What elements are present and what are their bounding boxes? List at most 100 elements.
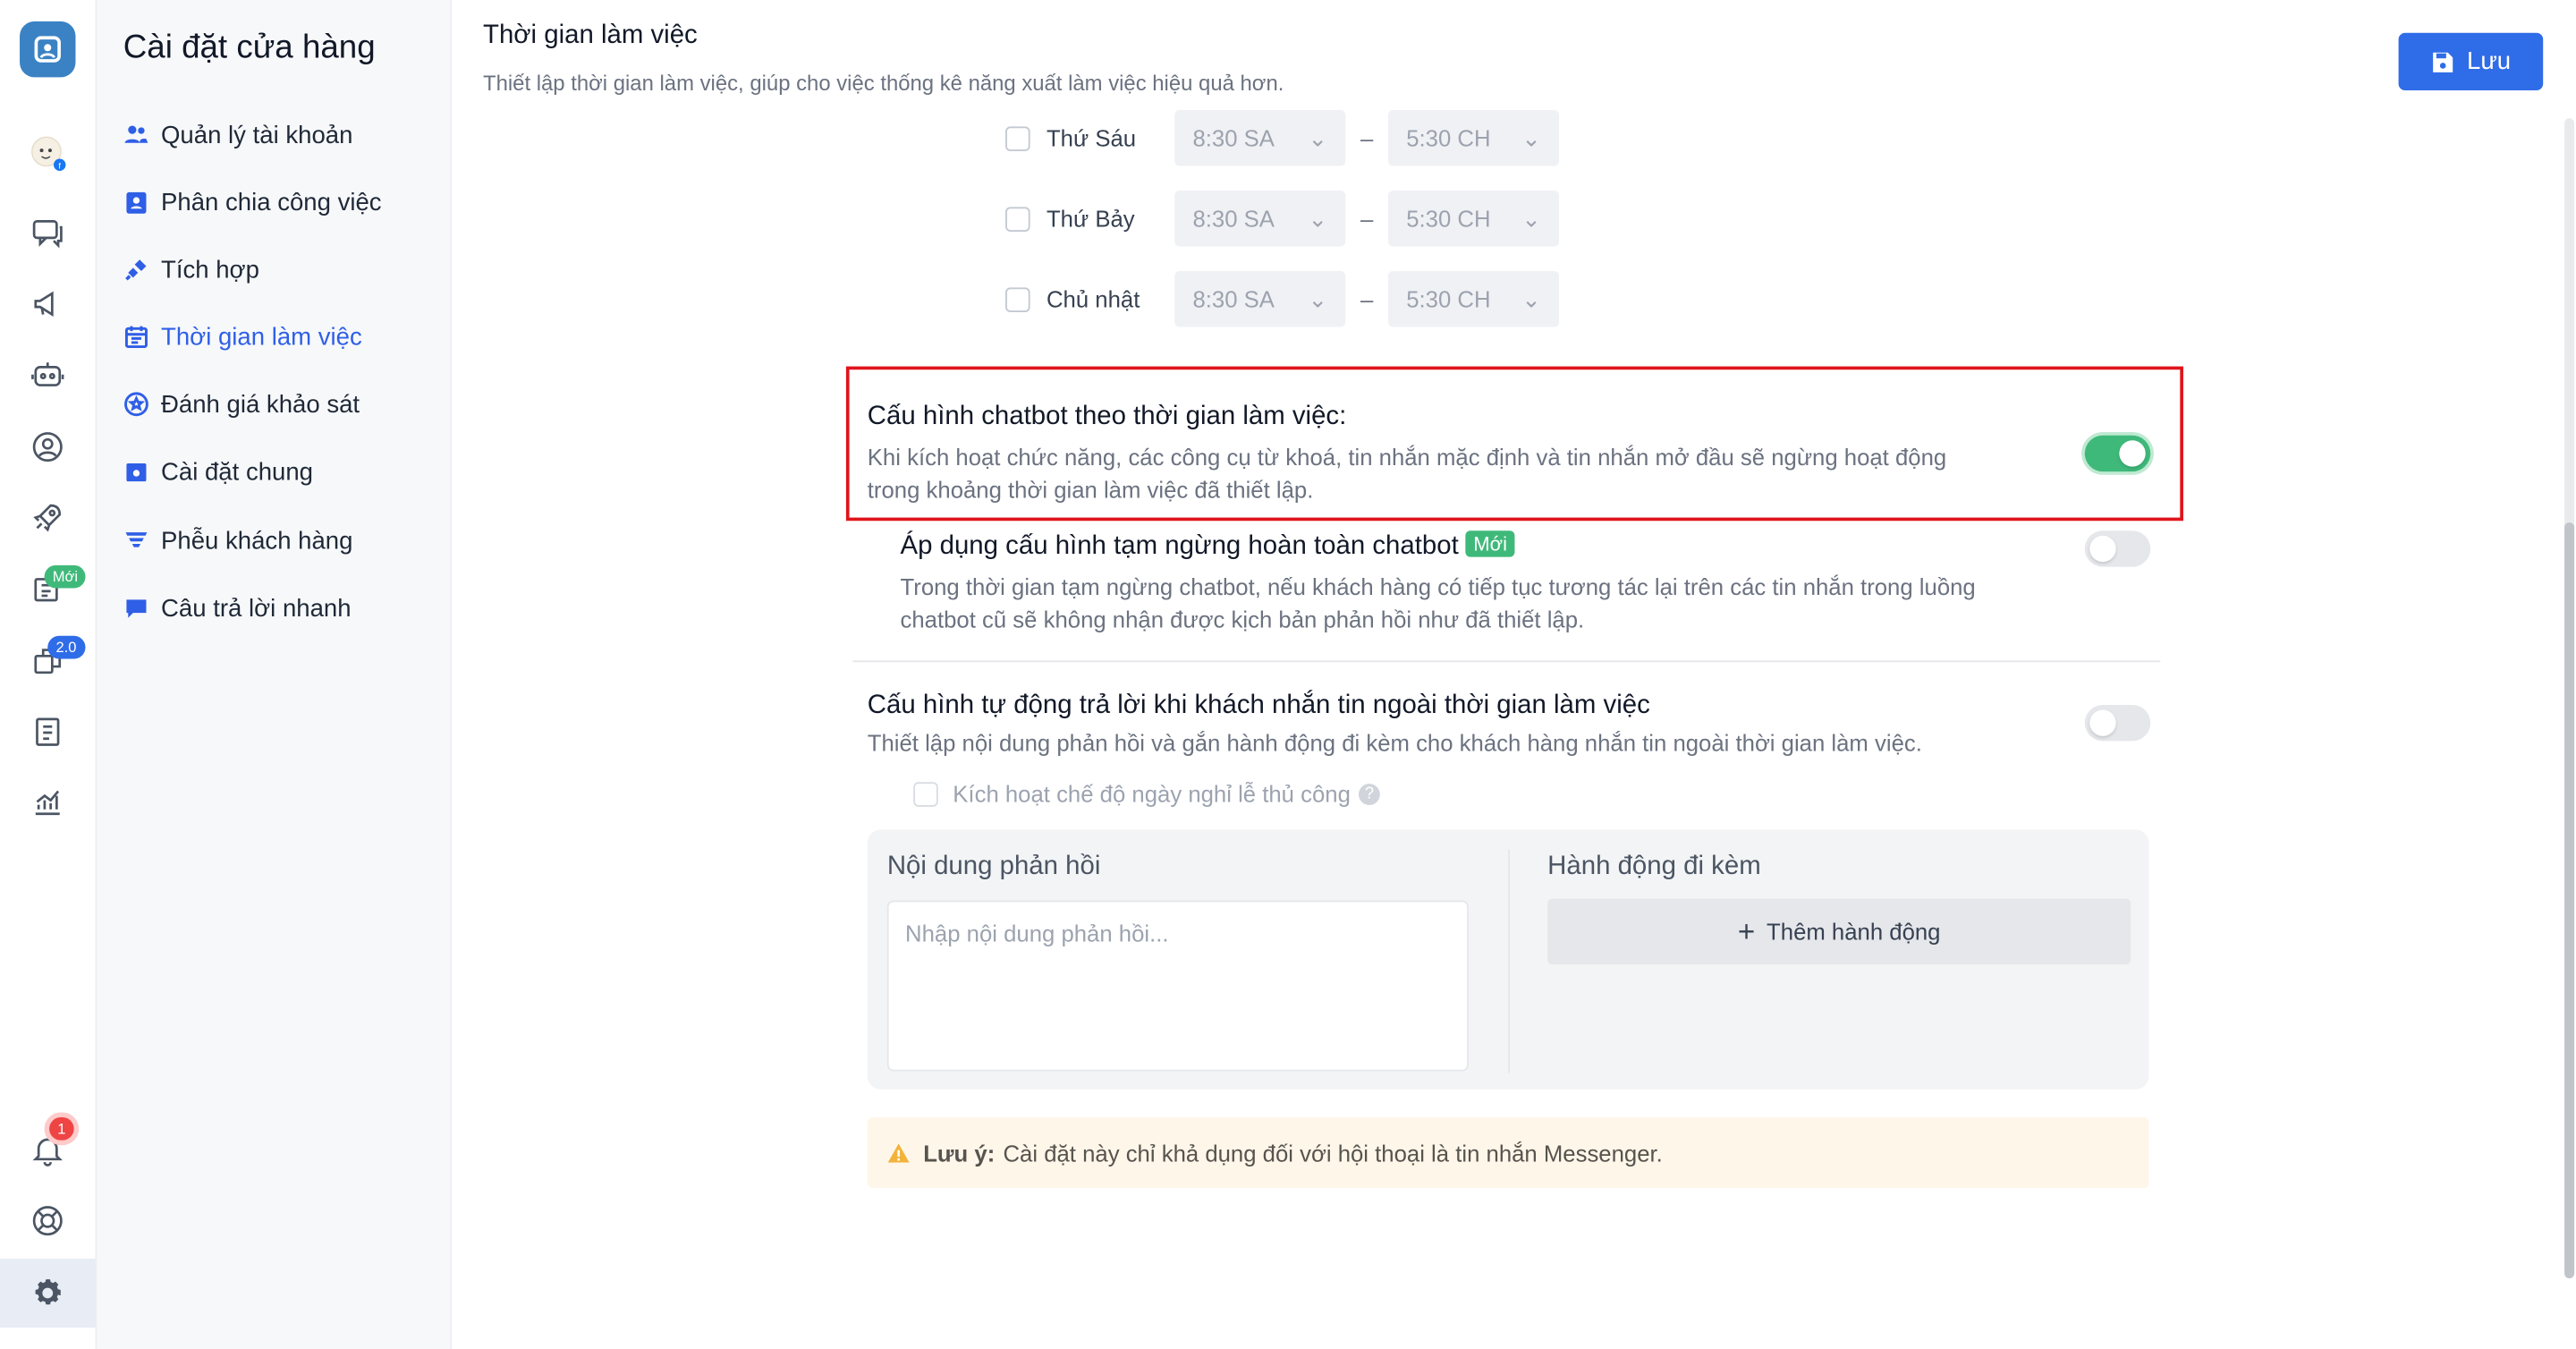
pause-toggle[interactable]	[2084, 530, 2151, 567]
main-content: Thời gian làm việc Thiết lập thời gian l…	[452, 0, 2555, 1349]
sidebar-item-accounts[interactable]: Quản lý tài khoản	[123, 116, 353, 152]
note-banner: Lưu ý: Cài đặt này chỉ khả dụng đối với …	[867, 1116, 2149, 1188]
automation-icon[interactable]: 2.0	[0, 628, 96, 693]
sidebar-item-funnel[interactable]: Phễu khách hàng	[123, 522, 353, 558]
save-label: Lưu	[2467, 47, 2512, 76]
end-time-value: 5:30 CH	[1406, 124, 1491, 151]
save-button[interactable]: Lưu	[2398, 32, 2544, 91]
section-divider	[852, 660, 2161, 663]
clipboard-icon[interactable]	[0, 699, 96, 764]
desc-line: Khi kích hoạt chức năng, các công cụ từ …	[867, 443, 1947, 471]
auto-reply-title: Cấu hình tự động trả lời khi khách nhắn …	[867, 691, 1650, 720]
auto-reply-toggle[interactable]	[2084, 704, 2151, 742]
floppy-icon	[2432, 51, 2453, 72]
action-label: Hành động đi kèm	[1547, 853, 1761, 881]
sidebar-item-working-time[interactable]: Thời gian làm việc	[123, 318, 362, 354]
sidebar-item-quick-reply[interactable]: Câu trả lời nhanh	[123, 590, 352, 625]
sidebar-item-label: Quản lý tài khoản	[160, 120, 353, 149]
holiday-option: Kích hoạt chế độ ngày nghỉ lễ thủ công ?	[913, 780, 1380, 807]
user-circle-icon[interactable]	[0, 414, 96, 479]
day-checkbox[interactable]	[1005, 206, 1030, 232]
end-time-value: 5:30 CH	[1406, 205, 1491, 232]
scrollbar-thumb[interactable]	[2564, 522, 2575, 1278]
app-logo-icon[interactable]	[20, 21, 76, 78]
settings-calendar-icon	[123, 458, 149, 484]
content-label: Nội dung phản hồi	[886, 853, 1101, 881]
chevron-down-icon: ⌄	[1308, 284, 1328, 312]
time-separator: –	[1360, 205, 1374, 232]
icon-rail: f Mới 2.0 1	[0, 0, 97, 1349]
end-time-select[interactable]: 5:30 CH ⌄	[1388, 271, 1560, 327]
start-time-select[interactable]: 8:30 SA ⌄	[1174, 110, 1346, 166]
svg-text:f: f	[58, 160, 61, 170]
star-circle-icon	[123, 391, 149, 417]
end-time-value: 5:30 CH	[1406, 285, 1491, 312]
toggle-knob	[2119, 440, 2146, 467]
schedule-row-sunday: Chủ nhật 8:30 SA ⌄ – 5:30 CH ⌄	[1005, 271, 1560, 327]
schedule-row-saturday: Thứ Bảy 8:30 SA ⌄ – 5:30 CH ⌄	[1005, 191, 1560, 247]
desc-line: trong khoảng thời gian làm việc đã thiết…	[867, 476, 1314, 504]
chat-icon	[123, 595, 149, 621]
time-separator: –	[1360, 285, 1374, 312]
add-action-button[interactable]: + Thêm hành động	[1547, 898, 2131, 965]
start-time-value: 8:30 SA	[1192, 285, 1275, 312]
day-label: Thứ Sáu	[1046, 124, 1137, 151]
day-checkbox[interactable]	[1005, 286, 1030, 312]
new-badge: Mới	[1465, 530, 1516, 557]
toggle-knob	[2089, 709, 2116, 736]
pause-setting-desc: Trong thời gian tạm ngừng chatbot, nếu k…	[901, 570, 2083, 635]
bell-icon[interactable]: 1	[0, 1116, 96, 1183]
sidebar-item-label: Tích hợp	[160, 255, 259, 284]
chatbot-setting-title: Cấu hình chatbot theo thời gian làm việc…	[867, 402, 1347, 431]
plus-icon: +	[1737, 915, 1756, 948]
chevron-down-icon: ⌄	[1521, 123, 1541, 151]
time-separator: –	[1360, 124, 1374, 151]
start-time-value: 8:30 SA	[1192, 205, 1275, 232]
sidebar-item-integration[interactable]: Tích hợp	[123, 251, 259, 287]
add-action-label: Thêm hành động	[1767, 918, 1941, 946]
desc-line: chatbot cũ sẽ không nhận được kịch bản p…	[900, 606, 1585, 633]
settings-gear-icon[interactable]	[0, 1258, 96, 1328]
end-time-select[interactable]: 5:30 CH ⌄	[1388, 110, 1560, 166]
holiday-checkbox[interactable]	[913, 781, 938, 806]
day-label: Thứ Bảy	[1046, 205, 1135, 232]
chatbot-toggle[interactable]	[2084, 435, 2151, 472]
toggle-knob	[2089, 535, 2116, 563]
sidebar-item-label: Phân chia công việc	[160, 188, 382, 216]
analytics-icon[interactable]	[0, 769, 96, 835]
megaphone-icon[interactable]	[0, 271, 96, 336]
robot-icon[interactable]	[0, 342, 96, 407]
plug-icon	[123, 257, 149, 283]
day-label: Chủ nhật	[1046, 285, 1140, 312]
sidebar-item-label: Câu trả lời nhanh	[160, 593, 352, 623]
notification-count: 1	[49, 1116, 74, 1141]
day-checkbox[interactable]	[1005, 125, 1030, 151]
new-badge: Mới	[44, 564, 87, 589]
sidebar-title: Cài đặt cửa hàng	[123, 30, 376, 66]
support-icon[interactable]	[0, 1188, 96, 1253]
settings-sidebar: Cài đặt cửa hàng Quản lý tài khoản Phân …	[97, 0, 453, 1349]
start-time-select[interactable]: 8:30 SA ⌄	[1174, 271, 1346, 327]
pause-setting-title: Áp dụng cấu hình tạm ngừng hoàn toàn cha…	[901, 530, 1516, 562]
page-avatar[interactable]: f	[0, 120, 96, 185]
chatbot-setting-desc: Khi kích hoạt chức năng, các công cụ từ …	[868, 440, 2050, 505]
conversations-icon[interactable]	[0, 200, 96, 266]
help-icon[interactable]: ?	[1359, 783, 1380, 805]
sidebar-item-label: Phễu khách hàng	[160, 526, 353, 555]
auto-reply-desc: Thiết lập nội dung phản hồi và gắn hành …	[867, 729, 1922, 756]
end-time-select[interactable]: 5:30 CH ⌄	[1388, 191, 1560, 247]
panel-divider	[1508, 849, 1510, 1073]
warning-icon	[887, 1142, 910, 1162]
broadcast-icon[interactable]: Mới	[0, 556, 96, 621]
note-text: Cài đặt này chỉ khả dụng đối với hội tho…	[1003, 1139, 1663, 1167]
holiday-label: Kích hoạt chế độ ngày nghỉ lễ thủ công	[953, 780, 1351, 807]
start-time-select[interactable]: 8:30 SA ⌄	[1174, 191, 1346, 247]
sidebar-item-assignment[interactable]: Phân chia công việc	[123, 184, 382, 220]
page-title: Thời gian làm việc	[482, 21, 698, 50]
calendar-icon	[123, 324, 149, 350]
reply-panel: Nội dung phản hồi Nhập nội dung phản hồi…	[867, 829, 2149, 1090]
reply-content-textarea[interactable]: Nhập nội dung phản hồi...	[886, 900, 1470, 1072]
sidebar-item-general[interactable]: Cài đặt chung	[123, 454, 313, 489]
rocket-icon[interactable]	[0, 485, 96, 550]
sidebar-item-survey[interactable]: Đánh giá khảo sát	[123, 386, 360, 422]
